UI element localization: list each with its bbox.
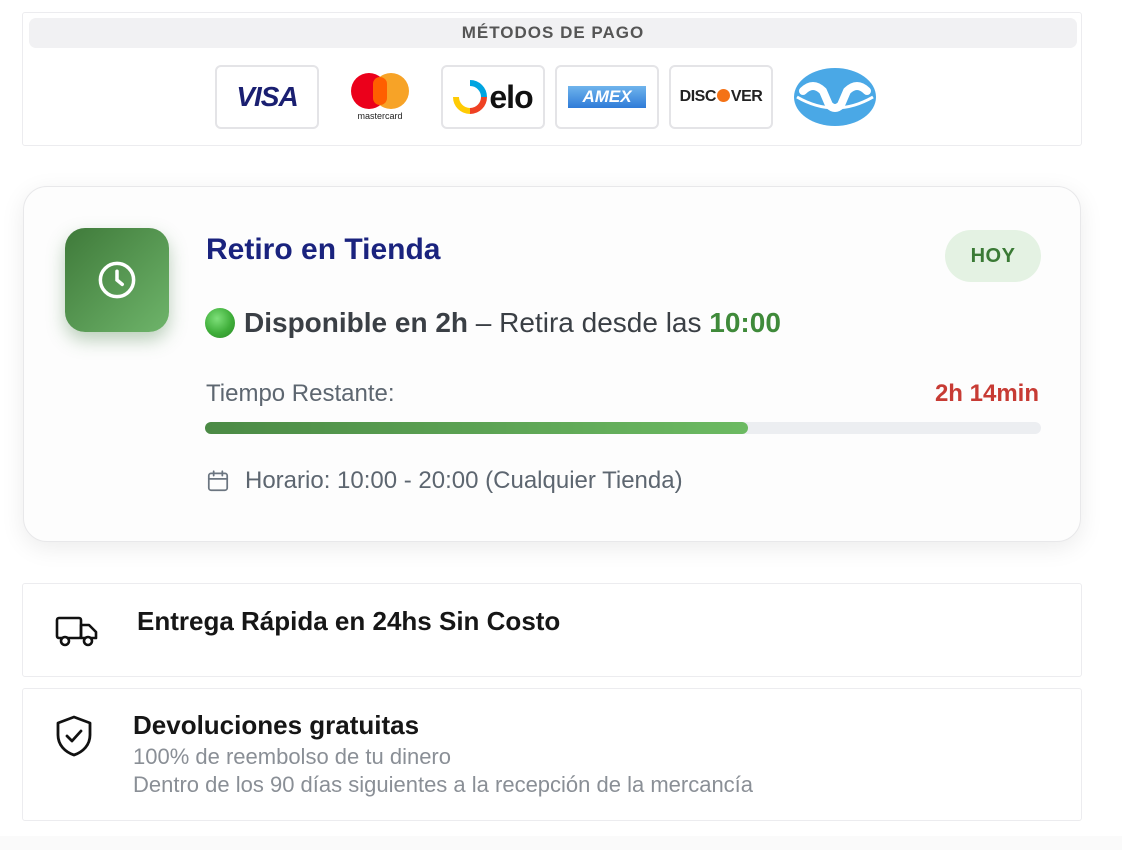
clock-tile xyxy=(65,228,169,332)
free-returns-section: Devoluciones gratuitas 100% de reembolso… xyxy=(22,688,1082,821)
payment-methods-section: MÉTODOS DE PAGO VISA mastercard elo AMEX xyxy=(22,12,1082,146)
elo-logo: elo xyxy=(441,65,545,129)
status-dot-icon xyxy=(205,308,235,338)
free-returns-title: Devoluciones gratuitas xyxy=(133,710,420,740)
pickup-title: Retiro en Tienda xyxy=(206,233,441,266)
availability-strong: Disponible en 2h xyxy=(244,307,469,338)
discover-dot-icon xyxy=(716,89,730,102)
mercadopago-logo xyxy=(783,65,887,129)
elo-label: elo xyxy=(489,78,533,115)
remaining-progress-fill xyxy=(205,422,749,434)
page-bottom-strip xyxy=(0,836,1122,850)
amex-logo: AMEX xyxy=(555,65,659,129)
availability-rest: – Retira desde las xyxy=(468,307,710,338)
mastercard-label: mastercard xyxy=(357,111,403,121)
remaining-time-label: Tiempo Restante: xyxy=(206,380,395,407)
truck-icon xyxy=(55,614,99,653)
discover-label: DISC VER xyxy=(679,88,763,105)
store-pickup-card[interactable]: Retiro en Tienda HOY Disponible en 2h – … xyxy=(23,186,1081,542)
return-window-info: Dentro de los 90 días siguientes a la re… xyxy=(133,772,754,797)
remaining-progress-bar xyxy=(205,422,1041,434)
availability-line: Disponible en 2h – Retira desde las 10:0… xyxy=(205,307,781,339)
refund-info: 100% de reembolso de tu dinero xyxy=(133,744,451,769)
visa-logo: VISA xyxy=(215,65,319,129)
remaining-time-value: 2h 14min xyxy=(934,380,1039,407)
payment-methods-header: MÉTODOS DE PAGO xyxy=(29,18,1077,48)
elo-ring-icon xyxy=(453,80,488,114)
fast-delivery-section: Entrega Rápida en 24hs Sin Costo xyxy=(22,583,1082,677)
shield-check-icon xyxy=(55,714,93,763)
clock-icon xyxy=(98,261,136,299)
calendar-icon xyxy=(205,468,231,494)
fast-delivery-title: Entrega Rápida en 24hs Sin Costo xyxy=(137,606,561,636)
mercadopago-handshake-icon xyxy=(794,68,876,126)
mastercard-circles-icon xyxy=(351,73,409,109)
store-hours-line: Horario: 10:00 - 20:00 (Cualquier Tienda… xyxy=(205,467,683,495)
store-hours-text: Horario: 10:00 - 20:00 (Cualquier Tienda… xyxy=(245,467,683,494)
amex-label: AMEX xyxy=(568,86,646,108)
payment-logos-row: VISA mastercard elo AMEX DISC VER xyxy=(23,63,1081,131)
availability-time: 10:00 xyxy=(709,307,781,338)
discover-logo: DISC VER xyxy=(669,65,773,129)
today-badge: HOY xyxy=(945,230,1041,282)
visa-label: VISA xyxy=(236,81,298,112)
mastercard-logo: mastercard xyxy=(328,65,432,129)
